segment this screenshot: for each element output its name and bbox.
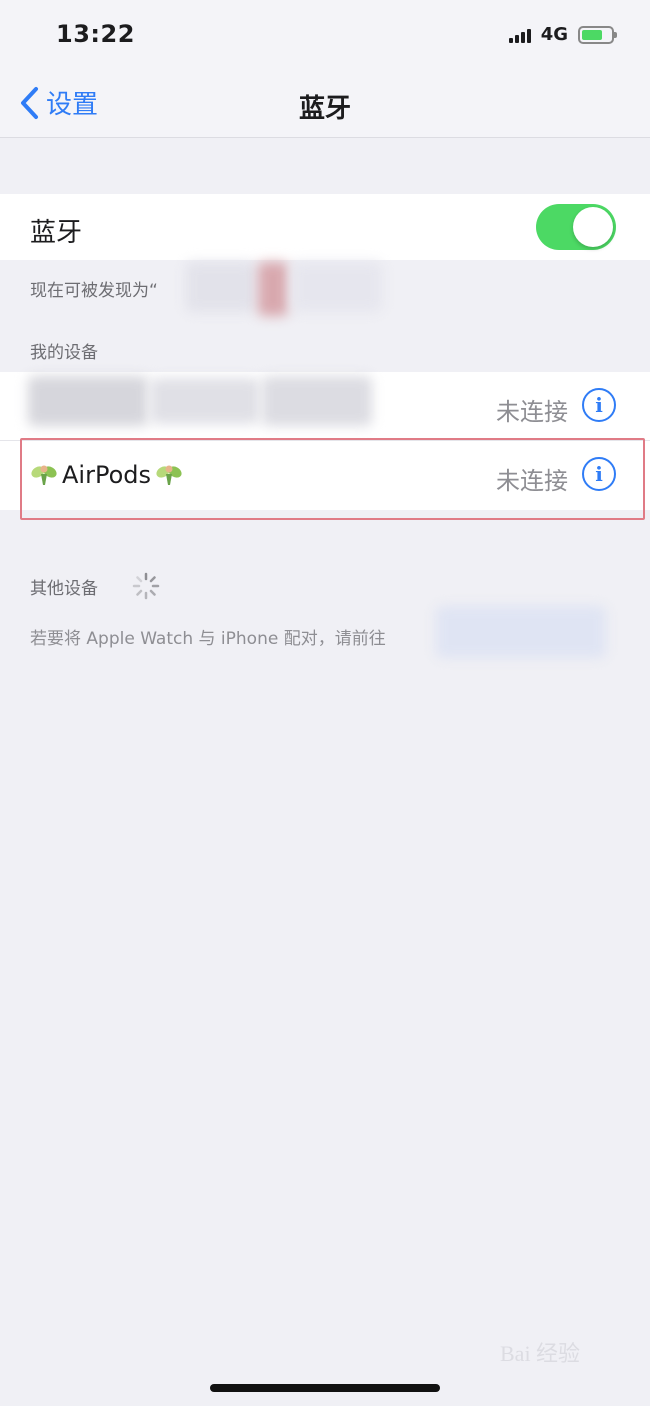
redacted-device-name: [150, 378, 260, 424]
device-status: 未连接: [496, 398, 568, 426]
redacted-device-name: [28, 376, 148, 426]
device-status: 未连接: [496, 467, 568, 495]
status-time: 13:22: [56, 20, 135, 48]
loading-spinner-icon: [132, 572, 160, 600]
discoverable-text: 现在可被发现为“: [30, 281, 158, 301]
info-icon[interactable]: i: [582, 457, 616, 491]
fairy-emoji-icon: [156, 465, 182, 485]
device-name-label: AirPods: [62, 461, 151, 489]
redacted-device-name: [262, 376, 372, 426]
redacted-link[interactable]: [436, 606, 606, 658]
pair-hint-text: 若要将 Apple Watch 与 iPhone 配对，请前往: [30, 629, 386, 649]
home-indicator: [210, 1384, 440, 1392]
device-row-airpods[interactable]: AirPods 未连接 i: [0, 440, 650, 510]
bluetooth-cell: 蓝牙: [0, 194, 650, 260]
navigation-bar: 设置 蓝牙: [0, 70, 650, 138]
bluetooth-label: 蓝牙: [30, 218, 83, 248]
watermark: Bai 经验: [500, 1341, 581, 1366]
status-bar: 13:22 4G: [0, 0, 650, 70]
network-type: 4G: [540, 24, 568, 45]
my-devices-header: 我的设备: [30, 343, 98, 363]
other-devices-header: 其他设备: [30, 579, 98, 599]
redacted-device-name: [258, 262, 288, 316]
info-icon[interactable]: i: [582, 388, 616, 422]
toggle-knob: [573, 207, 613, 247]
fairy-emoji-icon: [31, 465, 57, 485]
redacted-device-name: [292, 262, 382, 312]
status-indicators: 4G: [508, 24, 617, 45]
redacted-device-name: [186, 262, 256, 312]
page-title: 蓝牙: [298, 94, 351, 124]
battery-icon: [578, 25, 617, 44]
signal-icon: [508, 27, 531, 43]
bluetooth-toggle[interactable]: [536, 204, 616, 250]
device-name: AirPods: [30, 461, 183, 489]
